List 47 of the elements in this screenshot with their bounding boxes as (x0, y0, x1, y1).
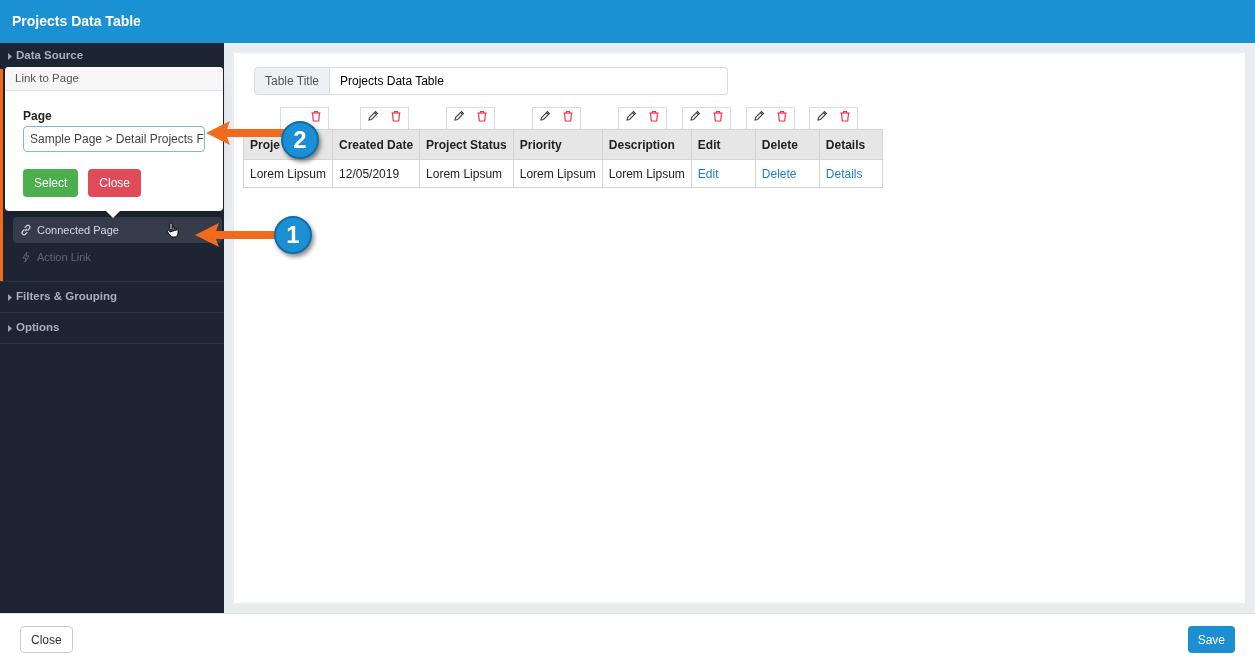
column-header: Edit (691, 129, 756, 160)
edit-column-button[interactable] (688, 110, 701, 122)
section-heading[interactable]: Filters & Grouping (16, 288, 117, 306)
delete-column-button[interactable] (476, 110, 489, 122)
caret-icon (7, 292, 13, 302)
column-header: Project Status (419, 129, 514, 160)
delete-column-button[interactable] (648, 110, 661, 122)
link-icon (20, 224, 32, 236)
edit-column-button[interactable] (752, 110, 765, 122)
delete-column-button[interactable] (776, 110, 789, 122)
window-title: Projects Data Table (12, 12, 141, 31)
table-cell: Lorem Lipsum (419, 159, 514, 188)
section-heading[interactable]: Options (16, 319, 60, 337)
popover-title: Link to Page (5, 67, 223, 91)
table-title-field[interactable]: Projects Data Table (330, 67, 728, 95)
footer-button[interactable]: Close (20, 626, 73, 653)
column-header: Details (819, 129, 883, 160)
edit-column-button[interactable] (366, 110, 379, 122)
column-header: Priority (513, 129, 603, 160)
edit-column-button[interactable] (538, 110, 551, 122)
sidebar-item[interactable]: Connected Page (13, 217, 222, 243)
section-heading[interactable]: Data Source (16, 47, 84, 65)
field-label: Page (23, 108, 53, 125)
edit-column-button[interactable] (452, 110, 465, 122)
caret-icon (7, 51, 13, 61)
table-cell: Lorem Lipsum (602, 159, 692, 188)
page-select[interactable]: Sample Page > Detail Projects F (23, 126, 205, 152)
table-link[interactable]: Edit (697, 166, 719, 181)
field-label: Table Title (254, 67, 331, 95)
delete-column-button[interactable] (562, 110, 575, 122)
delete-column-button[interactable] (839, 110, 852, 122)
delete-column-button[interactable] (390, 110, 403, 122)
column-header: Description (602, 129, 692, 160)
delete-column-button[interactable] (310, 110, 323, 122)
column-header: Delete (755, 129, 820, 160)
delete-column-button[interactable] (712, 110, 725, 122)
bolt-icon (20, 251, 32, 263)
table-cell: Lorem Lipsum (243, 159, 333, 188)
edit-column-button[interactable] (624, 110, 637, 122)
caret-icon (7, 323, 13, 333)
hand-cursor-icon (166, 222, 180, 238)
edit-column-button[interactable] (815, 110, 828, 122)
table-cell: 12/05/2019 (332, 159, 420, 188)
popover-button[interactable]: Close (88, 169, 142, 197)
footer-button[interactable]: Save (1187, 626, 1235, 653)
table-cell: Lorem Lipsum (513, 159, 603, 188)
column-header: Created Date (332, 129, 420, 160)
